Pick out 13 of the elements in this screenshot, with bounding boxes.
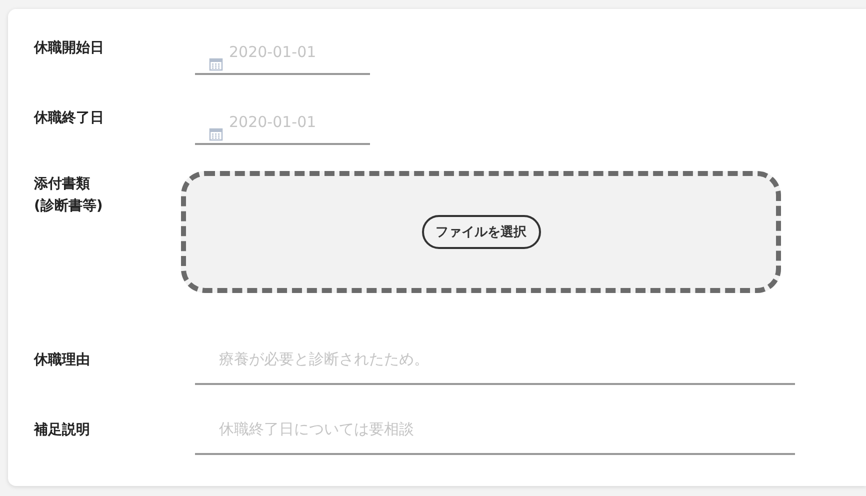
calendar-icon (209, 127, 223, 141)
date-field[interactable]: 2020-01-01 (229, 113, 369, 131)
field-label: 休職開始日 (34, 39, 105, 58)
field-label: 補足説明 (34, 421, 91, 440)
file-select-button[interactable]: ファイルを選択 (422, 215, 540, 249)
field-label: 添付書類 (診断書等) (34, 175, 104, 216)
field-label: 休職理由 (34, 351, 91, 370)
field-label: 休職終了日 (34, 109, 105, 128)
file-drop-zone[interactable]: ファイルを選択 (181, 171, 781, 293)
text-field[interactable]: 療養が必要と診断されたため。 (195, 341, 795, 385)
date-field[interactable]: 2020-01-01 (229, 43, 369, 61)
calendar-icon (209, 57, 223, 71)
text-field[interactable]: 休職終了日については要相談 (195, 411, 795, 455)
